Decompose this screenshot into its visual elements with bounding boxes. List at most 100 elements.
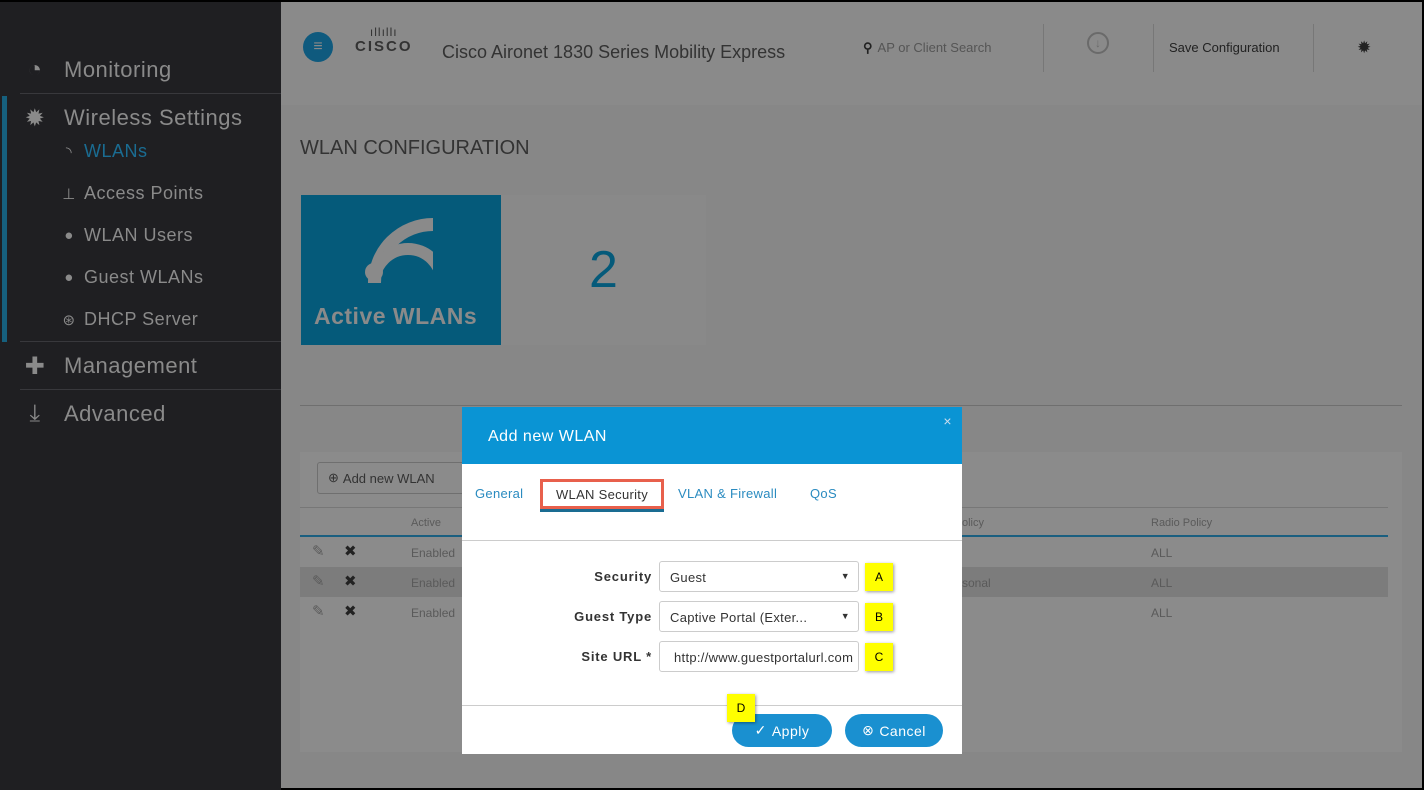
cell: Enabled bbox=[411, 546, 456, 560]
active-wlans-tile[interactable]: Active WLANs bbox=[301, 195, 501, 345]
cisco-bars-icon: ıllıllı bbox=[369, 25, 398, 39]
callout-b: B bbox=[865, 603, 893, 631]
callout-a: A bbox=[865, 563, 893, 591]
delete-icon[interactable]: ✖ bbox=[344, 572, 357, 590]
callout-d: D bbox=[727, 694, 755, 722]
tab-vlan-firewall[interactable]: VLAN & Firewall bbox=[678, 486, 777, 501]
caret-down-icon: ▼ bbox=[840, 571, 850, 581]
nav-label: WLANs bbox=[84, 141, 148, 161]
x-circle-icon: ⊗ bbox=[862, 722, 875, 738]
column-header: Radio Policy bbox=[1151, 517, 1213, 529]
guest-type-select[interactable]: Captive Portal (Exter... ▼ bbox=[659, 601, 859, 632]
active-wlans-count: 2 bbox=[501, 195, 706, 345]
nav-label: Monitoring bbox=[64, 57, 172, 82]
dhcp-icon: ⊛ bbox=[62, 311, 76, 329]
cell: ALL bbox=[1151, 546, 1173, 560]
cell: Enabled bbox=[411, 576, 456, 590]
add-new-wlan-button[interactable]: ⊕ Add new WLAN bbox=[317, 462, 467, 494]
nav-label: DHCP Server bbox=[84, 309, 199, 329]
sidebar: ◔ Monitoring ✹ Wireless Settings ◝ WLANs ⊥ A… bbox=[0, 0, 281, 790]
nav-label: WLAN Users bbox=[84, 225, 194, 245]
select-value: Guest bbox=[670, 570, 707, 585]
security-label: Security bbox=[594, 569, 652, 584]
guest-type-label: Guest Type bbox=[574, 609, 652, 624]
edit-icon[interactable]: ✎ bbox=[312, 602, 325, 620]
dashboard-icon: ◔ bbox=[27, 56, 43, 83]
divider bbox=[1043, 24, 1044, 72]
sidebar-item-dhcp-server[interactable]: ⊛ DHCP Server bbox=[60, 309, 198, 330]
delete-icon[interactable]: ✖ bbox=[344, 602, 357, 620]
gear-icon: ✹ bbox=[24, 104, 46, 132]
settings-gear-icon[interactable]: ✹ bbox=[1357, 38, 1371, 58]
nav-label: Management bbox=[64, 353, 198, 378]
search-icon: ⚲ bbox=[863, 40, 873, 55]
cancel-button[interactable]: ⊗ Cancel bbox=[845, 714, 943, 747]
close-icon[interactable]: × bbox=[943, 413, 952, 429]
search-input[interactable]: ⚲ AP or Client Search bbox=[863, 40, 991, 56]
nav-management[interactable]: ✚ Management bbox=[20, 352, 198, 380]
puzzle-icon: ✚ bbox=[24, 352, 46, 380]
divider bbox=[1313, 24, 1314, 72]
tab-wlan-security[interactable]: WLAN Security bbox=[540, 479, 664, 509]
select-value: Captive Portal (Exter... bbox=[670, 610, 808, 625]
callout-c: C bbox=[865, 643, 893, 671]
wifi-icon: ◝ bbox=[65, 143, 73, 161]
divider bbox=[1153, 24, 1154, 72]
nav-monitoring[interactable]: ◔ Monitoring bbox=[20, 56, 172, 83]
wifi-icon bbox=[363, 213, 433, 283]
site-url-label: Site URL * bbox=[581, 649, 652, 664]
tab-label: WLAN Security bbox=[555, 486, 649, 502]
security-select[interactable]: Guest ▼ bbox=[659, 561, 859, 592]
cisco-logo: ıllıllı CISCO bbox=[355, 26, 413, 55]
button-label: Cancel bbox=[879, 722, 926, 739]
column-header: Active bbox=[411, 517, 441, 529]
divider bbox=[20, 341, 281, 342]
download-button[interactable]: ↓ bbox=[1087, 32, 1109, 54]
nav-label: Access Points bbox=[84, 183, 204, 203]
tab-qos[interactable]: QoS bbox=[810, 486, 837, 501]
page-title: WLAN CONFIGURATION bbox=[300, 137, 530, 159]
menu-button[interactable]: ≡ bbox=[303, 32, 333, 62]
nav-label: Wireless Settings bbox=[64, 105, 243, 130]
check-circle-icon: ✓ bbox=[754, 722, 767, 738]
tab-general[interactable]: General bbox=[475, 486, 523, 501]
dialog-header: Add new WLAN × bbox=[462, 407, 962, 464]
users-icon: ● bbox=[64, 269, 74, 286]
edit-icon[interactable]: ✎ bbox=[312, 542, 325, 560]
cell: ALL bbox=[1151, 576, 1173, 590]
button-label: Add new WLAN bbox=[342, 470, 435, 486]
nav-label: Guest WLANs bbox=[84, 267, 204, 287]
plus-circle-icon: ⊕ bbox=[328, 470, 339, 485]
sidebar-item-access-points[interactable]: ⊥ Access Points bbox=[60, 183, 204, 204]
button-label: Apply bbox=[771, 722, 810, 739]
dialog-title: Add new WLAN bbox=[488, 428, 607, 445]
column-header: olicy bbox=[962, 517, 985, 529]
cell: Enabled bbox=[411, 606, 456, 620]
site-url-input[interactable]: http://www.guestportalurl.com bbox=[659, 641, 859, 672]
sidebar-item-wlans[interactable]: ◝ WLANs bbox=[60, 141, 148, 162]
logo-text: CISCO bbox=[355, 38, 413, 55]
nav-advanced[interactable]: ⤓ Advanced bbox=[20, 400, 166, 427]
sidebar-item-wlan-users[interactable]: ● WLAN Users bbox=[60, 225, 193, 246]
input-value: http://www.guestportalurl.com bbox=[674, 650, 854, 665]
cell: sonal bbox=[962, 576, 991, 590]
sidebar-item-guest-wlans[interactable]: ● Guest WLANs bbox=[60, 267, 204, 288]
add-wlan-dialog: Add new WLAN × General WLAN Security VLA… bbox=[462, 407, 962, 754]
download-icon: ⤓ bbox=[29, 400, 41, 427]
tile-label: Active WLANs bbox=[314, 303, 478, 329]
delete-icon[interactable]: ✖ bbox=[344, 542, 357, 560]
caret-down-icon: ▼ bbox=[840, 611, 850, 621]
edit-icon[interactable]: ✎ bbox=[312, 572, 325, 590]
search-placeholder: AP or Client Search bbox=[877, 40, 992, 55]
users-icon: ● bbox=[64, 227, 74, 244]
save-configuration-button[interactable]: Save Configuration bbox=[1169, 40, 1280, 55]
nav-wireless-settings[interactable]: ✹ Wireless Settings bbox=[20, 104, 243, 132]
divider bbox=[462, 705, 962, 706]
access-point-icon: ⊥ bbox=[62, 185, 76, 203]
nav-label: Advanced bbox=[64, 401, 166, 426]
divider bbox=[300, 405, 1402, 406]
divider bbox=[20, 389, 281, 390]
app-title: Cisco Aironet 1830 Series Mobility Expre… bbox=[442, 42, 786, 62]
divider bbox=[20, 93, 281, 94]
active-section-indicator bbox=[2, 96, 7, 342]
